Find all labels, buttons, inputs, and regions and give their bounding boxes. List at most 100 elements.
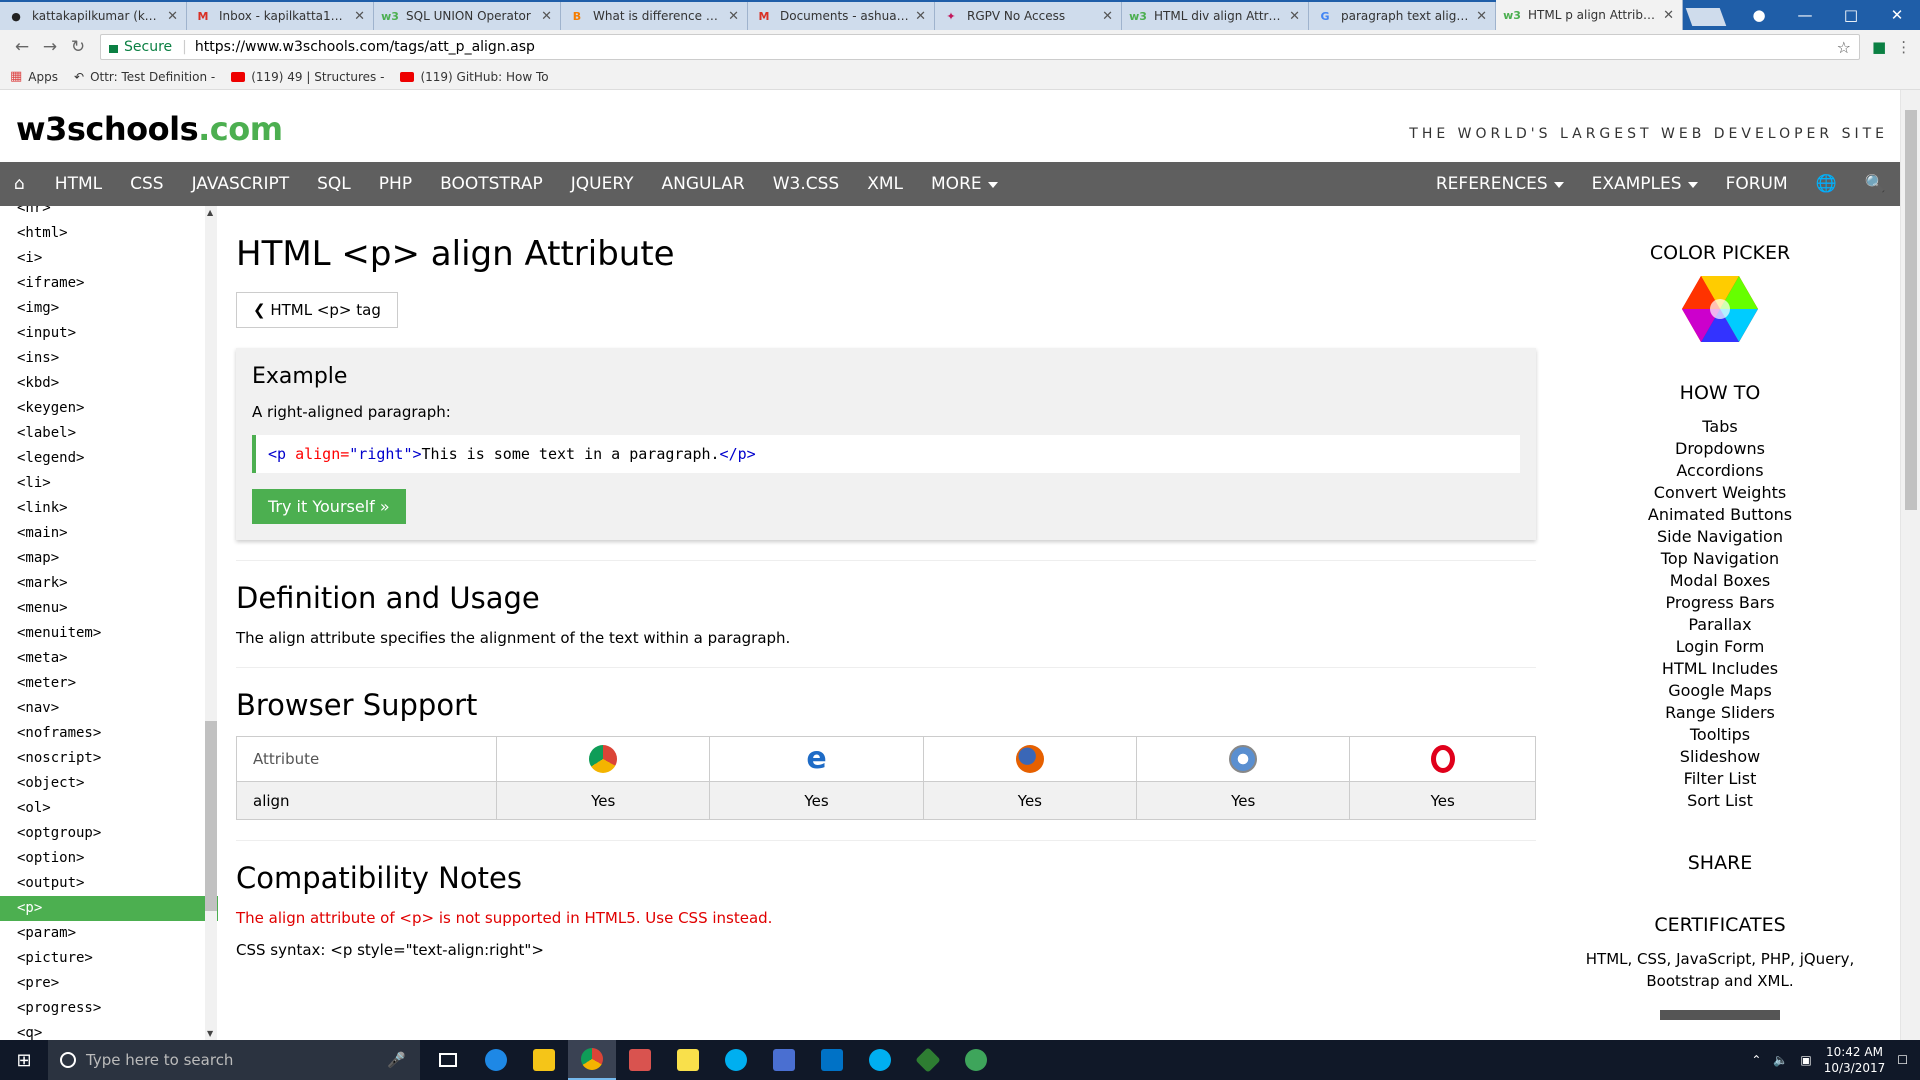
nav-html[interactable]: HTML [41,162,116,206]
task-view-icon[interactable] [424,1040,472,1080]
browser-tab[interactable]: w3 HTML div align Attribute ✕ [1122,2,1309,30]
how-to-link[interactable]: Modal Boxes [1570,570,1870,592]
close-window-button[interactable]: ✕ [1874,6,1920,24]
sidebar-item[interactable]: <label> [0,421,218,446]
sidebar-item[interactable]: <ins> [0,346,218,371]
volume-icon[interactable]: 🔈 [1773,1053,1788,1067]
bookmark-youtube-structures[interactable]: (119) 49 | Structures - [231,70,384,84]
edge-icon[interactable] [472,1040,520,1080]
url-text[interactable]: https://www.w3schools.com/tags/att_p_ali… [195,39,535,55]
sidebar-item[interactable]: <optgroup> [0,821,218,846]
sidebar-item[interactable]: <param> [0,921,218,946]
browser-tab[interactable]: M Documents - ashuamla ✕ [748,2,935,30]
close-tab-icon[interactable]: ✕ [541,9,552,24]
nav-w3css[interactable]: W3.CSS [759,162,853,206]
new-tab-button[interactable] [1685,8,1727,26]
extension-icon[interactable]: ■ [1872,38,1886,56]
how-to-link[interactable]: Convert Weights [1570,482,1870,504]
nav-references[interactable]: REFERENCES [1422,162,1578,206]
sidebar-item[interactable]: <map> [0,546,218,571]
skype-icon[interactable] [712,1040,760,1080]
page-scrollbar[interactable] [1900,90,1920,1040]
how-to-link[interactable]: Tooltips [1570,724,1870,746]
sidebar-item[interactable]: <menu> [0,596,218,621]
sidebar-item[interactable]: <menuitem> [0,621,218,646]
sidebar-item[interactable]: <ol> [0,796,218,821]
how-to-link[interactable]: Dropdowns [1570,438,1870,460]
nav-jquery[interactable]: JQUERY [557,162,648,206]
how-to-link[interactable]: Animated Buttons [1570,504,1870,526]
browser-tab[interactable]: ✦ RGPV No Access ✕ [935,2,1122,30]
globe-icon[interactable]: 🌐 [1802,162,1851,206]
close-tab-icon[interactable]: ✕ [167,9,178,24]
bookmark-youtube-github[interactable]: (119) GitHub: How To [400,70,549,84]
sidebar-item[interactable]: <q> [0,1021,218,1040]
sidebar-item[interactable]: <keygen> [0,396,218,421]
notifications-icon[interactable]: ☐ [1897,1053,1908,1067]
sidebar-item[interactable]: <link> [0,496,218,521]
microphone-icon[interactable]: 🎤 [387,1051,406,1069]
sidebar-item[interactable]: <mark> [0,571,218,596]
how-to-link[interactable]: Sort List [1570,790,1870,812]
sidebar-item[interactable]: <i> [0,246,218,271]
sticky-notes-icon[interactable] [664,1040,712,1080]
nav-forum[interactable]: FORUM [1712,162,1802,206]
browser-tab[interactable]: w3 HTML p align Attribute ✕ [1496,0,1683,30]
bookmark-ottr[interactable]: ↶ Ottr: Test Definition - [74,70,215,84]
back-icon[interactable]: ← [8,37,36,57]
forward-icon[interactable]: → [36,37,64,57]
color-picker-heading[interactable]: COLOR PICKER [1570,242,1870,264]
certificates-button[interactable] [1660,1010,1780,1020]
nav-php[interactable]: PHP [365,162,426,206]
chrome-icon[interactable] [568,1040,616,1080]
close-tab-icon[interactable]: ✕ [1476,9,1487,24]
reload-icon[interactable]: ↻ [64,37,92,57]
profile-icon[interactable]: ● [1736,6,1782,24]
sidebar-item[interactable]: <option> [0,846,218,871]
sidebar-item[interactable]: <object> [0,771,218,796]
sidebar-item[interactable]: <picture> [0,946,218,971]
sidebar-item[interactable]: <kbd> [0,371,218,396]
nav-examples[interactable]: EXAMPLES [1578,162,1712,206]
bookmark-apps[interactable]: ▦ Apps [10,69,58,84]
nav-more[interactable]: MORE [917,162,1012,206]
color-picker-hexagon-icon[interactable] [1682,276,1758,342]
paint-icon[interactable] [616,1040,664,1080]
clock[interactable]: 10:42 AM 10/3/2017 [1824,1044,1886,1076]
sidebar-item[interactable]: <input> [0,321,218,346]
sidebar-item[interactable]: <output> [0,871,218,896]
windows-start-icon[interactable]: ⊞ [0,1040,48,1080]
how-to-link[interactable]: Filter List [1570,768,1870,790]
how-to-link[interactable]: Range Sliders [1570,702,1870,724]
back-to-p-tag-button[interactable]: ❮ HTML <p> tag [236,292,398,328]
outlook-icon[interactable] [808,1040,856,1080]
nav-javascript[interactable]: JAVASCRIPT [178,162,304,206]
nav-xml[interactable]: XML [853,162,917,206]
close-tab-icon[interactable]: ✕ [728,9,739,24]
site-logo[interactable]: w3schools.com [16,110,283,148]
sidebar-scroll-thumb[interactable] [205,721,217,911]
how-to-link[interactable]: Tabs [1570,416,1870,438]
sidebar-item[interactable]: <meter> [0,671,218,696]
network-app-icon[interactable] [760,1040,808,1080]
how-to-link[interactable]: Top Navigation [1570,548,1870,570]
skype-business-icon[interactable] [856,1040,904,1080]
network-icon[interactable]: ▣ [1800,1053,1811,1067]
how-to-link[interactable]: Side Navigation [1570,526,1870,548]
try-it-yourself-button[interactable]: Try it Yourself » [252,489,406,524]
minimize-button[interactable]: — [1782,6,1828,24]
nav-sql[interactable]: SQL [303,162,365,206]
close-tab-icon[interactable]: ✕ [354,9,365,24]
app-icon[interactable] [952,1040,1000,1080]
close-tab-icon[interactable]: ✕ [1289,9,1300,24]
sidebar-scrollbar[interactable]: ▲ ▼ [205,206,217,1040]
sidebar-item[interactable]: <main> [0,521,218,546]
sidebar-item[interactable]: <progress> [0,996,218,1021]
sidebar-item[interactable]: <noframes> [0,721,218,746]
sidebar-item[interactable]: <img> [0,296,218,321]
bookmark-star-icon[interactable]: ☆ [1837,38,1851,57]
sidebar-item[interactable]: <li> [0,471,218,496]
sidebar-item[interactable]: <nav> [0,696,218,721]
browser-tab[interactable]: w3 SQL UNION Operator ✕ [374,2,561,30]
url-bar[interactable]: Secure | https://www.w3schools.com/tags/… [100,34,1860,60]
